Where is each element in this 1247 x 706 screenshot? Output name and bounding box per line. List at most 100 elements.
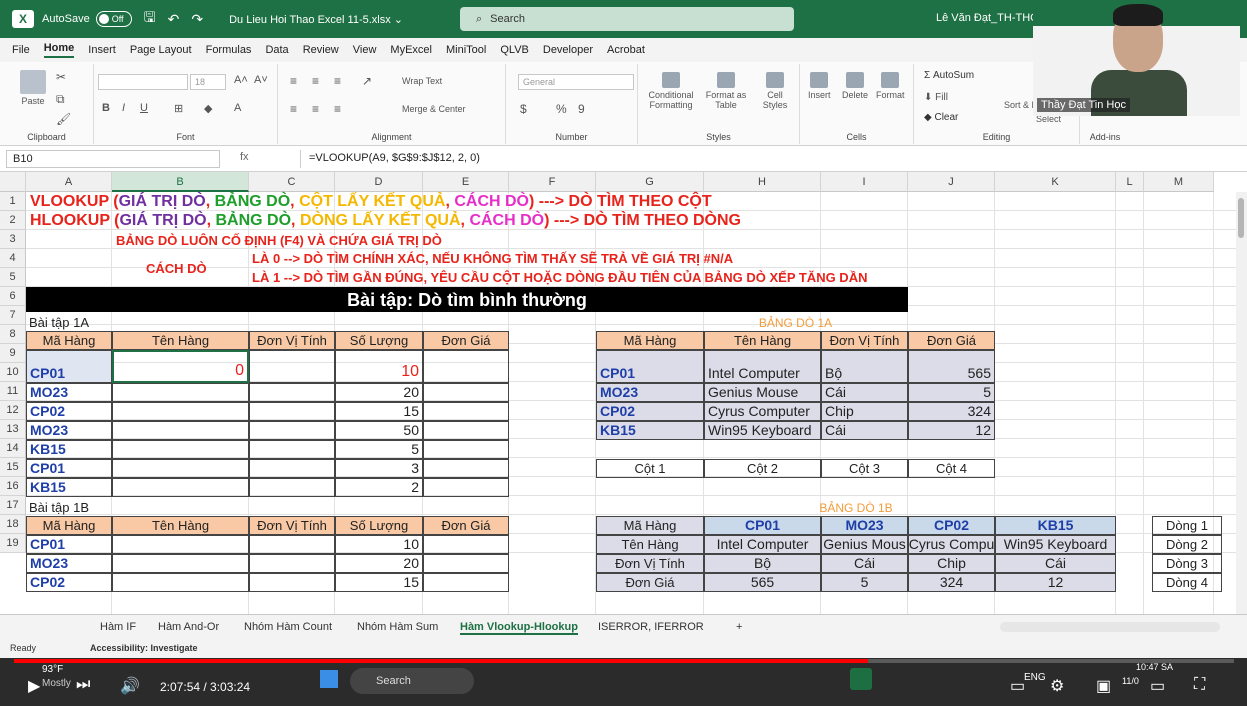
bang-do-1a-cell[interactable]: CP02 [596,402,704,421]
autosum-button[interactable]: Σ AutoSum [924,70,974,81]
formula-input[interactable]: =VLOOKUP(A9, $G$9:$J$12, 2, 0) [300,150,1230,168]
row-header-5[interactable]: 5 [0,268,26,287]
bang-do-1a-cell[interactable]: 5 [908,383,995,402]
table1a-so-luong[interactable]: 5 [335,440,423,459]
bang-do-1a-header[interactable]: Đơn Giá [908,331,995,350]
align-center-icon[interactable]: ≡ [312,102,319,116]
row-header-1[interactable]: 1 [0,192,26,211]
bang-do-1a-cell[interactable]: Genius Mouse [704,383,821,402]
bang-do-1b-cell[interactable]: Win95 Keyboard [995,535,1116,554]
font-size-box[interactable]: 18 [190,74,226,90]
table1a-don-vi[interactable] [249,440,335,459]
bang-do-1a-cell[interactable]: 565 [908,350,995,383]
fullscreen-icon[interactable]: ⛶ [1194,676,1205,694]
bang-do-1a-cell[interactable]: Intel Computer [704,350,821,383]
bang-do-1a-header[interactable]: Mã Hàng [596,331,704,350]
table1a-don-vi[interactable] [249,478,335,497]
table1a-so-luong[interactable]: 2 [335,478,423,497]
autosave-toggle[interactable]: Off [95,11,132,27]
fill-color-icon[interactable]: ◆ [204,102,212,115]
bang-do-1b-cell[interactable]: 12 [995,573,1116,592]
vertical-scrollbar[interactable] [1236,192,1247,614]
bang-do-1b-cell[interactable]: Cyrus Compu [908,535,995,554]
percent-icon[interactable]: % [556,102,567,116]
settings-gear-icon[interactable]: ⚙ [1050,676,1064,696]
bang-do-1b-cell[interactable]: Genius Mous [821,535,908,554]
table1a-don-gia[interactable] [423,421,509,440]
wrap-text-button[interactable]: Wrap Text [402,76,442,86]
align-bottom-icon[interactable]: ≡ [334,74,341,88]
bang-do-1a-cell[interactable]: MO23 [596,383,704,402]
search-box[interactable]: ⌕ Search [460,7,794,31]
bang-do-1b-cell[interactable]: Chip [908,554,995,573]
row-header-11[interactable]: 11 [0,382,26,401]
shrink-font-icon[interactable]: A˅ [254,74,268,86]
volume-icon[interactable]: 🔊 [120,676,140,696]
row-header-18[interactable]: 18 [0,515,26,534]
format-table-button[interactable]: Format as Table [704,72,748,110]
table1a-ma-hang[interactable]: KB15 [26,478,112,497]
fx-icon[interactable]: fx [240,151,249,163]
bang-do-1b-cell[interactable]: 565 [704,573,821,592]
align-top-icon[interactable]: ≡ [290,74,297,88]
table1a-ma-hang[interactable]: CP02 [26,402,112,421]
table1b-cell[interactable]: 15 [335,573,423,592]
undo-icon[interactable]: ↶ [168,11,180,28]
table1b-cell[interactable] [423,554,509,573]
sheet-tab[interactable]: Hàm Vlookup-Hlookup [460,621,578,635]
redo-icon[interactable]: ↷ [191,11,203,28]
bang-do-1a-cell[interactable]: 12 [908,421,995,440]
clear-button[interactable]: ◆ Clear [924,112,958,123]
column-header-i[interactable]: I [821,172,908,192]
table1a-don-vi[interactable] [249,383,335,402]
row-header-13[interactable]: 13 [0,420,26,439]
orientation-icon[interactable]: ↗ [362,74,372,88]
table1a-header[interactable]: Đơn Giá [423,331,509,350]
grow-font-icon[interactable]: A˄ [234,74,248,86]
language-indicator[interactable]: ENG [1024,672,1046,683]
sheet-tab[interactable]: Nhóm Hàm Count [244,621,332,633]
table1b-cell[interactable]: MO23 [26,554,112,573]
column-header-d[interactable]: D [335,172,423,192]
sheet-tab[interactable]: ISERROR, IFERROR [598,621,704,633]
table1b-cell[interactable]: 10 [335,535,423,554]
bang-do-1b-cell[interactable]: 5 [821,573,908,592]
align-right-icon[interactable]: ≡ [334,102,341,116]
table1b-cell[interactable] [249,535,335,554]
table1a-ma-hang[interactable]: MO23 [26,383,112,402]
align-left-icon[interactable]: ≡ [290,102,297,116]
number-format-box[interactable]: General [518,74,634,90]
column-header-e[interactable]: E [423,172,509,192]
column-header-c[interactable]: C [249,172,335,192]
bang-do-1b-cell[interactable]: Intel Computer [704,535,821,554]
cut-icon[interactable]: ✂ [56,70,66,84]
bang-do-1a-cell[interactable]: Cái [821,421,908,440]
menu-home[interactable]: Home [43,42,75,58]
excel-taskbar-icon[interactable] [850,668,872,690]
row-header-3[interactable]: 3 [0,230,26,249]
menu-qlvb[interactable]: QLVB [500,44,529,56]
row-header-10[interactable]: 10 [0,363,26,382]
miniplayer-icon[interactable]: ▣ [1096,676,1111,696]
bang-do-1a-cell[interactable]: Chip [821,402,908,421]
sheet-tab[interactable]: Hàm And-Or [158,621,219,633]
row-header-12[interactable]: 12 [0,401,26,420]
sheet-tab[interactable]: Hàm IF [100,621,136,633]
table1a-don-gia[interactable] [423,350,509,383]
bang-do-1a-cell[interactable]: KB15 [596,421,704,440]
row-header-16[interactable]: 16 [0,477,26,496]
theater-icon[interactable]: ▭ [1150,676,1165,696]
column-header-f[interactable]: F [509,172,596,192]
play-icon[interactable]: ▶ [28,676,40,696]
align-middle-icon[interactable]: ≡ [312,74,319,88]
table1a-ma-hang[interactable]: KB15 [26,440,112,459]
column-header-a[interactable]: A [26,172,112,192]
row-header-4[interactable]: 4 [0,249,26,268]
bang-do-1a-cell[interactable]: Cái [821,383,908,402]
table1b-cell[interactable]: CP02 [26,573,112,592]
table1a-ten-hang[interactable] [112,421,249,440]
bang-do-1a-header[interactable]: Tên Hàng [704,331,821,350]
table1a-so-luong[interactable]: 50 [335,421,423,440]
table1a-don-gia[interactable] [423,383,509,402]
bang-do-1b-cell[interactable]: KB15 [995,516,1116,535]
